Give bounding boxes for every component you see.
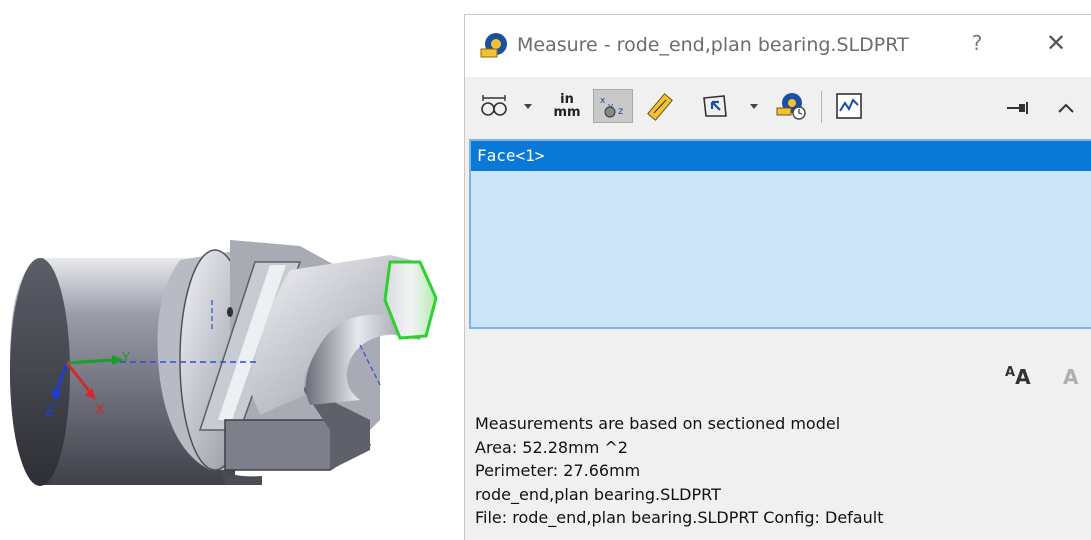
list-item[interactable]: Face<1> <box>471 141 1091 171</box>
dialog-titlebar[interactable]: Measure - rode_end,plan bearing.SLDPRT ?… <box>465 15 1091 77</box>
create-sensor-button[interactable] <box>831 89 867 123</box>
point-to-point-button[interactable] <box>643 89 679 123</box>
axis-y-label: Y <box>121 351 130 366</box>
arc-circle-measure-icon <box>481 95 507 116</box>
help-button[interactable]: ? <box>965 31 989 55</box>
measure-results: Measurements are based on sectioned mode… <box>475 412 883 530</box>
decrease-font-label: A <box>1063 365 1079 389</box>
result-file-config: File: rode_end,plan bearing.SLDPRT Confi… <box>475 508 884 527</box>
measure-history-icon <box>776 93 806 120</box>
axis-z-label: Z <box>45 402 55 420</box>
arc-options-dropdown-icon[interactable] <box>523 101 533 111</box>
point-to-point-icon <box>647 93 673 121</box>
dialog-title: Measure - rode_end,plan bearing.SLDPRT <box>517 34 909 56</box>
cylinder-end-face <box>10 258 70 486</box>
increase-font-label: A <box>1015 365 1031 389</box>
collapse-icon[interactable] <box>1057 101 1075 115</box>
units-mm-label: mm <box>553 105 581 120</box>
graphics-viewport[interactable]: Y Z X <box>0 0 464 539</box>
show-xyz-measurements-button[interactable]: x y z <box>593 89 633 123</box>
xyz-measure-icon: x y z <box>600 96 623 118</box>
pin-icon[interactable] <box>1005 101 1031 115</box>
svg-text:z: z <box>618 106 623 117</box>
decrease-font-button[interactable]: A <box>1063 365 1078 389</box>
measure-history-button[interactable] <box>771 89 809 123</box>
result-area: Area: 52.28mm ^2 <box>475 437 628 457</box>
result-perimeter: Perimeter: 27.66mm <box>475 461 641 480</box>
projection-dropdown-icon[interactable] <box>749 101 759 111</box>
result-section-note: Measurements are based on sectioned mode… <box>475 414 841 433</box>
svg-text:x: x <box>600 96 606 106</box>
arc-circle-measure-button[interactable] <box>477 89 511 123</box>
selection-list[interactable]: Face<1> <box>469 139 1091 329</box>
increase-font-button[interactable]: AA <box>1005 365 1031 389</box>
toolbar-separator <box>821 91 822 123</box>
projection-icon <box>703 95 727 117</box>
measure-tool-icon <box>480 33 507 58</box>
close-button[interactable]: ✕ <box>1043 29 1069 57</box>
units-precision-button[interactable]: in mm <box>549 89 585 123</box>
part-model[interactable]: Y Z X <box>0 0 464 539</box>
axis-x-label: X <box>95 402 105 418</box>
result-part-name: rode_end,plan bearing.SLDPRT <box>475 484 721 504</box>
create-sensor-icon <box>836 93 862 119</box>
measure-dialog: Measure - rode_end,plan bearing.SLDPRT ?… <box>464 14 1091 540</box>
measure-toolbar: in mm x y z <box>465 77 1091 137</box>
projection-button[interactable] <box>697 89 733 123</box>
